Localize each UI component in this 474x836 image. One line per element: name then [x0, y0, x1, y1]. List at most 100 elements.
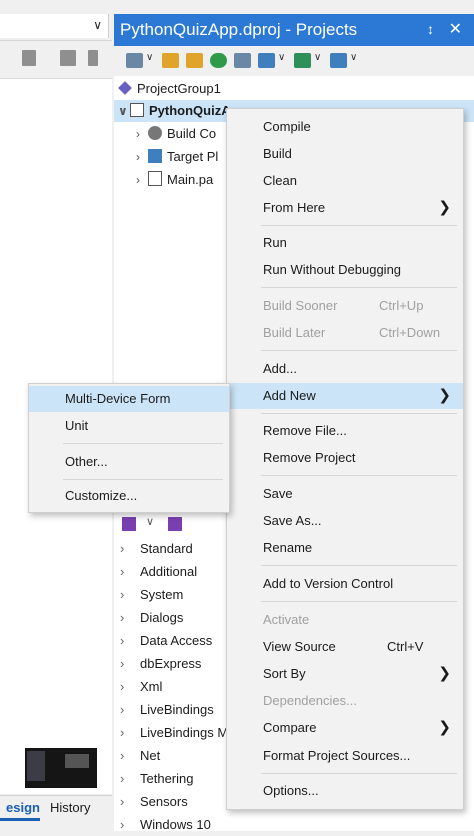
menu-item-add[interactable]: Add... [227, 356, 463, 382]
tree-item-label: Build Co [167, 126, 217, 141]
sync-icon[interactable] [210, 53, 227, 68]
view-selector-combo[interactable]: ∨ [0, 14, 109, 38]
tree-item-main-unit[interactable]: › Main.pa [136, 169, 213, 191]
chevron-right-icon[interactable]: › [136, 169, 148, 191]
build-all-icon[interactable] [294, 53, 311, 68]
menu-item-compare[interactable]: Compare ❯ [227, 715, 463, 741]
palette-category[interactable]: › Windows 10 [120, 814, 211, 836]
menu-item-format-project-sources[interactable]: Format Project Sources... [227, 743, 463, 769]
exe-project-icon [130, 103, 144, 117]
menu-separator [63, 479, 223, 480]
palette-category[interactable]: › Dialogs [120, 607, 183, 629]
menu-item-build[interactable]: Build [227, 141, 463, 167]
chevron-down-icon[interactable]: ∨ [118, 100, 130, 122]
chevron-down-icon[interactable]: ∨ [93, 18, 102, 32]
close-icon[interactable]: ✕ [449, 19, 462, 39]
menu-item-run-without-debugging[interactable]: Run Without Debugging [227, 257, 463, 283]
projects-title: PythonQuizApp.dproj - Projects [120, 20, 358, 39]
menu-item-run[interactable]: Run [227, 230, 463, 256]
menu-item-build-sooner: Build Sooner Ctrl+Up [263, 298, 424, 313]
pin-icon[interactable]: ↕ [427, 21, 434, 37]
tree-item-project-group[interactable]: ProjectGroup1 [118, 78, 221, 100]
menu-item-rename[interactable]: Rename [227, 535, 463, 561]
chevron-right-icon[interactable]: › [136, 146, 148, 168]
tree-item-target-platforms[interactable]: › Target Pl [136, 146, 218, 168]
chevron-down-icon[interactable]: ∨ [350, 52, 357, 63]
menu-separator [261, 773, 457, 774]
menu-item-clean[interactable]: Clean [227, 168, 463, 194]
tree-item-build-config[interactable]: › Build Co [136, 123, 216, 145]
menu-item-save-as[interactable]: Save As... [227, 508, 463, 534]
build-config-icon [148, 126, 162, 140]
chevron-right-icon: ❯ [438, 199, 451, 216]
tab-design[interactable]: esign [0, 800, 40, 815]
chevron-down-icon[interactable]: ∨ [146, 52, 153, 63]
menu-item-remove-file[interactable]: Remove File... [227, 418, 463, 444]
editor-bottom-tabs: esign History [0, 795, 112, 822]
toolbar-icon[interactable] [88, 50, 98, 66]
project-context-menu: Compile Build Clean From Here ❯ Run Run W… [226, 108, 464, 810]
chevron-down-icon[interactable]: ∨ [314, 52, 321, 63]
left-top-bar: ∨ [0, 0, 112, 41]
add-new-submenu: Multi-Device Form Unit Other... Customiz… [28, 383, 230, 513]
menu-item-view-source[interactable]: View Source Ctrl+V [227, 634, 463, 660]
tree-item-label: Main.pa [167, 172, 214, 187]
puzzle-icon[interactable] [60, 50, 76, 66]
menu-item-build-later: Build Later Ctrl+Down [263, 325, 441, 340]
palette-category[interactable]: › Standard [120, 538, 193, 560]
menu-item-save[interactable]: Save [227, 481, 463, 507]
cursor-icon[interactable] [168, 517, 182, 531]
open-folder-icon[interactable] [186, 53, 203, 68]
projects-title-bar: PythonQuizApp.dproj - Projects ↕ ✕ [114, 14, 474, 46]
menu-item-remove-project[interactable]: Remove Project [227, 445, 463, 471]
chevron-right-icon: ❯ [438, 719, 451, 736]
submenu-item-customize[interactable]: Customize... [29, 483, 229, 509]
palette-toolbar: ∨ [114, 514, 228, 536]
submenu-item-unit[interactable]: Unit [29, 413, 229, 439]
palette-category[interactable]: › Additional [120, 561, 197, 583]
palette-category[interactable]: › dbExpress [120, 653, 201, 675]
palette-category[interactable]: › Xml [120, 676, 162, 698]
menu-item-dependencies: Dependencies... [263, 693, 357, 708]
palette-category[interactable]: › Tethering [120, 768, 193, 790]
chevron-down-icon[interactable]: ∨ [146, 515, 154, 528]
projects-toolbar: ∨ ∨ ∨ ∨ [114, 46, 474, 76]
menu-separator [261, 565, 457, 566]
chevron-down-icon[interactable]: ∨ [278, 52, 285, 63]
palette-category[interactable]: › Net [120, 745, 160, 767]
palette-category[interactable]: › LiveBindings [120, 699, 214, 721]
project-group-icon [118, 81, 132, 95]
palette-category[interactable]: › System [120, 584, 183, 606]
chevron-right-icon[interactable]: › [136, 123, 148, 145]
menu-separator [261, 287, 457, 288]
layout-icon[interactable] [234, 53, 251, 68]
menu-item-from-here[interactable]: From Here ❯ [227, 195, 463, 221]
menu-separator [261, 475, 457, 476]
menu-item-add-new[interactable]: Add New ❯ [227, 383, 463, 409]
menu-item-options[interactable]: Options... [227, 778, 463, 804]
menu-item-sort-by[interactable]: Sort By ❯ [227, 661, 463, 687]
add-folder-icon[interactable] [162, 53, 179, 68]
palette-category[interactable]: › LiveBindings M [120, 722, 228, 744]
form-preview-thumbnail [25, 748, 97, 788]
target-platform-icon [148, 149, 162, 163]
bookmark-icon[interactable] [22, 50, 36, 66]
menu-item-activate: Activate [263, 612, 310, 627]
palette-icon[interactable] [122, 517, 136, 531]
palette-category[interactable]: › Sensors [120, 791, 188, 813]
palette-category[interactable]: › Data Access [120, 630, 212, 652]
menu-item-compile[interactable]: Compile [227, 114, 463, 140]
menu-separator [261, 601, 457, 602]
new-item-icon[interactable] [126, 53, 143, 68]
submenu-item-other[interactable]: Other... [29, 449, 229, 475]
chevron-right-icon: ❯ [438, 387, 451, 404]
menu-separator [63, 443, 223, 444]
chevron-right-icon: ❯ [438, 665, 451, 682]
deploy-icon[interactable] [330, 53, 347, 68]
build-icon[interactable] [258, 53, 275, 68]
menu-separator [261, 413, 457, 414]
menu-item-add-to-version-control[interactable]: Add to Version Control [227, 571, 463, 597]
left-toolbar [0, 44, 112, 74]
tab-history[interactable]: History [50, 800, 90, 815]
submenu-item-multi-device-form[interactable]: Multi-Device Form [29, 386, 229, 412]
